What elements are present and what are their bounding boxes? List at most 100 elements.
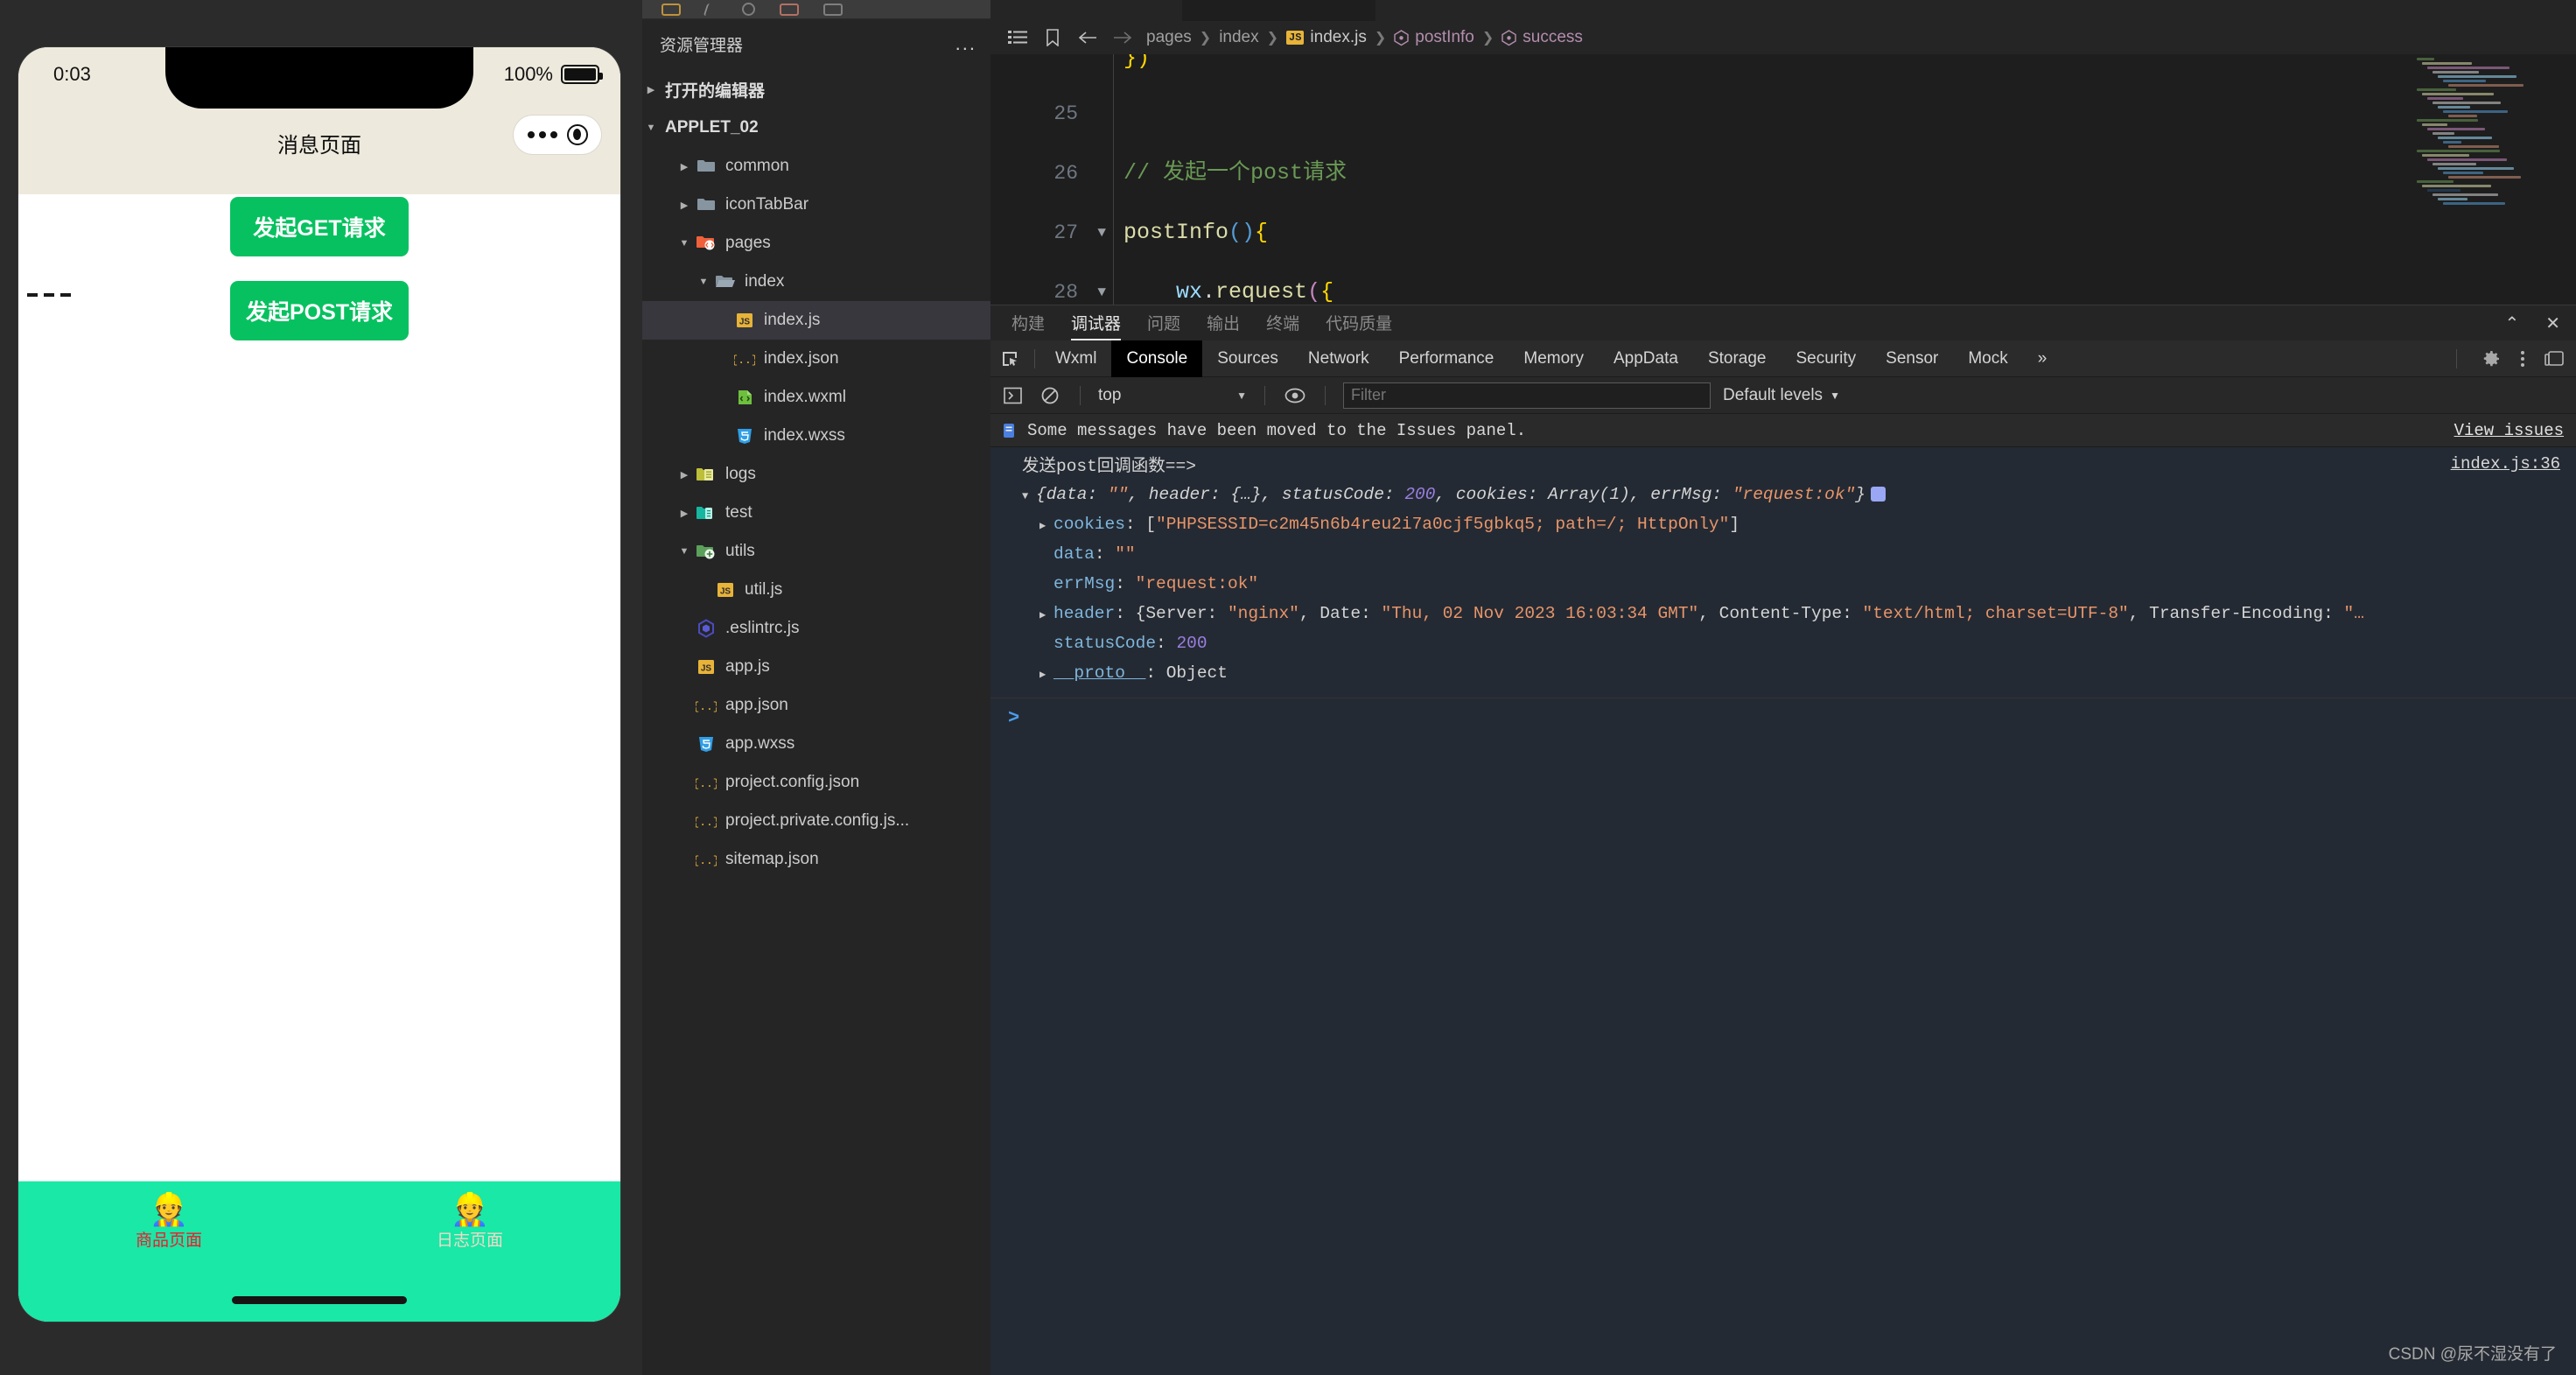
js-icon: JS: [693, 658, 719, 676]
collapse-panel-icon[interactable]: ⌃: [2504, 312, 2519, 334]
tree-item-app.json[interactable]: {..} app.json: [642, 686, 990, 725]
chevron-right-icon[interactable]: ▶: [676, 161, 693, 172]
view-issues-link[interactable]: View issues: [2454, 421, 2564, 440]
expand-triangle-icon[interactable]: ▶: [1040, 601, 1054, 629]
tree-item-icontabbar[interactable]: ▶ iconTabBar: [642, 186, 990, 224]
tree-item-index.js[interactable]: JS index.js: [642, 301, 990, 340]
panel-tab-3[interactable]: 输出: [1207, 305, 1240, 340]
more-vertical-icon[interactable]: [2520, 349, 2525, 368]
cut-icon[interactable]: [703, 3, 720, 16]
close-panel-icon[interactable]: ✕: [2545, 312, 2560, 334]
breadcrumb-index[interactable]: index: [1219, 28, 1258, 47]
chevron-down-icon[interactable]: ▼: [695, 277, 712, 287]
panel-tab-2[interactable]: 问题: [1147, 305, 1180, 340]
more-dots-icon[interactable]: [527, 131, 557, 138]
expand-triangle-icon[interactable]: ▶: [1040, 512, 1054, 540]
panel-tab-1[interactable]: 调试器: [1071, 305, 1122, 340]
post-request-button[interactable]: 发起POST请求: [230, 281, 409, 340]
capsule-menu[interactable]: [514, 116, 601, 154]
tree-item-index.wxss[interactable]: index.wxss: [642, 417, 990, 455]
breadcrumb-file[interactable]: JS index.js: [1286, 28, 1367, 47]
devtools-tab-wxml[interactable]: Wxml: [1040, 340, 1111, 377]
breadcrumb-symbol-postinfo[interactable]: postInfo: [1394, 28, 1474, 47]
worker-icon-2: 👷: [450, 1191, 490, 1227]
tree-item-logs[interactable]: ▶ logs: [642, 455, 990, 494]
live-expression-icon[interactable]: [1283, 383, 1307, 408]
expand-triangle-icon[interactable]: ▼: [1022, 482, 1036, 510]
chevron-down-icon[interactable]: ▼: [676, 546, 693, 557]
console-levels-select[interactable]: Default levels ▼: [1723, 386, 1840, 405]
expand-triangle-icon[interactable]: ▶: [1040, 661, 1054, 689]
chevron-right-icon[interactable]: ▶: [676, 200, 693, 211]
devtools-tab-security[interactable]: Security: [1782, 340, 1872, 377]
tree-item-index.wxml[interactable]: index.wxml: [642, 378, 990, 417]
settings-gear-icon[interactable]: [2482, 349, 2501, 368]
devtools-tab-network[interactable]: Network: [1293, 340, 1384, 377]
code-editor[interactable]: 25 26 27 ▼ 28 ▼ }) // 发起一个post请求 postInfo(){ …: [990, 54, 2576, 305]
bookmark-icon[interactable]: [1041, 28, 1064, 47]
devtools-tab-storage[interactable]: Storage: [1693, 340, 1782, 377]
console-output[interactable]: index.js:36 发送post回调函数==> ▼ {data: "", he…: [990, 447, 2576, 1375]
tree-item-app.wxss[interactable]: app.wxss: [642, 725, 990, 763]
devtools-overflow-button[interactable]: »: [2023, 340, 2062, 377]
panel-tab-0[interactable]: 构建: [1012, 305, 1045, 340]
devtools-tab-mock[interactable]: Mock: [1953, 340, 2022, 377]
tree-item-common[interactable]: ▶ common: [642, 147, 990, 186]
inspect-element-icon[interactable]: [990, 340, 1029, 377]
get-request-button[interactable]: 发起GET请求: [230, 197, 409, 256]
console-filter-input[interactable]: [1343, 382, 1711, 409]
chevron-down-icon[interactable]: ▼: [676, 238, 693, 249]
devtools-tab-memory[interactable]: Memory: [1508, 340, 1599, 377]
chevron-right-icon[interactable]: ▶: [676, 508, 693, 519]
log-prop-header[interactable]: ▶ header: {Server: "nginx", Date: "Thu, 0…: [990, 600, 2576, 629]
outline-icon[interactable]: [1006, 28, 1029, 47]
tree-item-index[interactable]: ▼ index: [642, 263, 990, 301]
devtools-tab-appdata[interactable]: AppData: [1599, 340, 1693, 377]
panel-tab-5[interactable]: 代码质量: [1326, 305, 1392, 340]
dock-panel-icon[interactable]: [2544, 350, 2564, 368]
tree-item-sitemap.json[interactable]: {..} sitemap.json: [642, 840, 990, 879]
log-source-link[interactable]: index.js:36: [2451, 454, 2560, 474]
code-area[interactable]: }) // 发起一个post请求 postInfo(){ wx.request(…: [1087, 54, 2576, 305]
console-context-select[interactable]: top ▼: [1098, 386, 1247, 405]
tree-item-util.js[interactable]: JS util.js: [642, 571, 990, 609]
tree-item-index.json[interactable]: {..} index.json: [642, 340, 990, 378]
log-message: 发送post回调函数==>: [1022, 457, 1196, 476]
console-sidebar-icon[interactable]: [1001, 383, 1026, 408]
tree-section-open-editors[interactable]: ▶ 打开的编辑器: [642, 70, 990, 109]
console-prompt[interactable]: >: [990, 698, 2576, 729]
tree-item-project.config.json[interactable]: {..} project.config.json: [642, 763, 990, 802]
tree-item-test[interactable]: ▶ test: [642, 494, 990, 532]
tree-section-project-root[interactable]: ▼ APPLET_02: [642, 109, 990, 147]
panel-layout-icon[interactable]: [823, 3, 843, 16]
target-icon[interactable]: [566, 124, 588, 145]
back-arrow-icon[interactable]: [1076, 28, 1099, 47]
tree-item-utils[interactable]: ▼ utils: [642, 532, 990, 571]
editor-tab-placeholder-2[interactable]: [1183, 0, 1376, 21]
devtools-tab-performance[interactable]: Performance: [1384, 340, 1509, 377]
chevron-right-icon[interactable]: ▶: [676, 469, 693, 481]
circle-icon[interactable]: [742, 3, 755, 16]
forward-arrow-icon[interactable]: [1111, 28, 1134, 47]
info-badge[interactable]: [1870, 487, 1886, 502]
tree-item-project.private.config.js...[interactable]: {..} project.private.config.js...: [642, 802, 990, 840]
editor-layout-icon[interactable]: [780, 3, 799, 16]
file-tree[interactable]: ▶ 打开的编辑器 ▼ APPLET_02 ▶ common ▶ iconTabBar ▼ page…: [642, 68, 990, 1375]
editor-minimap[interactable]: [2417, 58, 2564, 207]
tree-item-pages[interactable]: ▼ pages: [642, 224, 990, 263]
tree-item-.eslintrc.js[interactable]: .eslintrc.js: [642, 609, 990, 648]
simulator-toggle-icon[interactable]: [662, 3, 681, 16]
breadcrumb-symbol-success[interactable]: success: [1502, 28, 1583, 47]
editor-tab-placeholder-1[interactable]: [990, 0, 1183, 21]
devtools-tab-sources[interactable]: Sources: [1202, 340, 1293, 377]
devtools-tab-sensor[interactable]: Sensor: [1871, 340, 1953, 377]
log-prop-cookies[interactable]: ▶ cookies: ["PHPSESSID=c2m45n6b4reu2i7a0c…: [990, 510, 2576, 540]
breadcrumb-pages[interactable]: pages: [1146, 28, 1192, 47]
log-object-summary[interactable]: ▼ {data: "", header: {…}, statusCode: 200…: [990, 481, 2576, 510]
panel-tab-4[interactable]: 终端: [1266, 305, 1299, 340]
tree-item-app.js[interactable]: JS app.js: [642, 648, 990, 686]
clear-console-icon[interactable]: [1038, 383, 1062, 408]
devtools-tab-console[interactable]: Console: [1111, 340, 1203, 377]
log-prop-proto[interactable]: ▶ __proto__: Object: [990, 659, 2576, 689]
explorer-more-button[interactable]: ...: [956, 34, 976, 53]
